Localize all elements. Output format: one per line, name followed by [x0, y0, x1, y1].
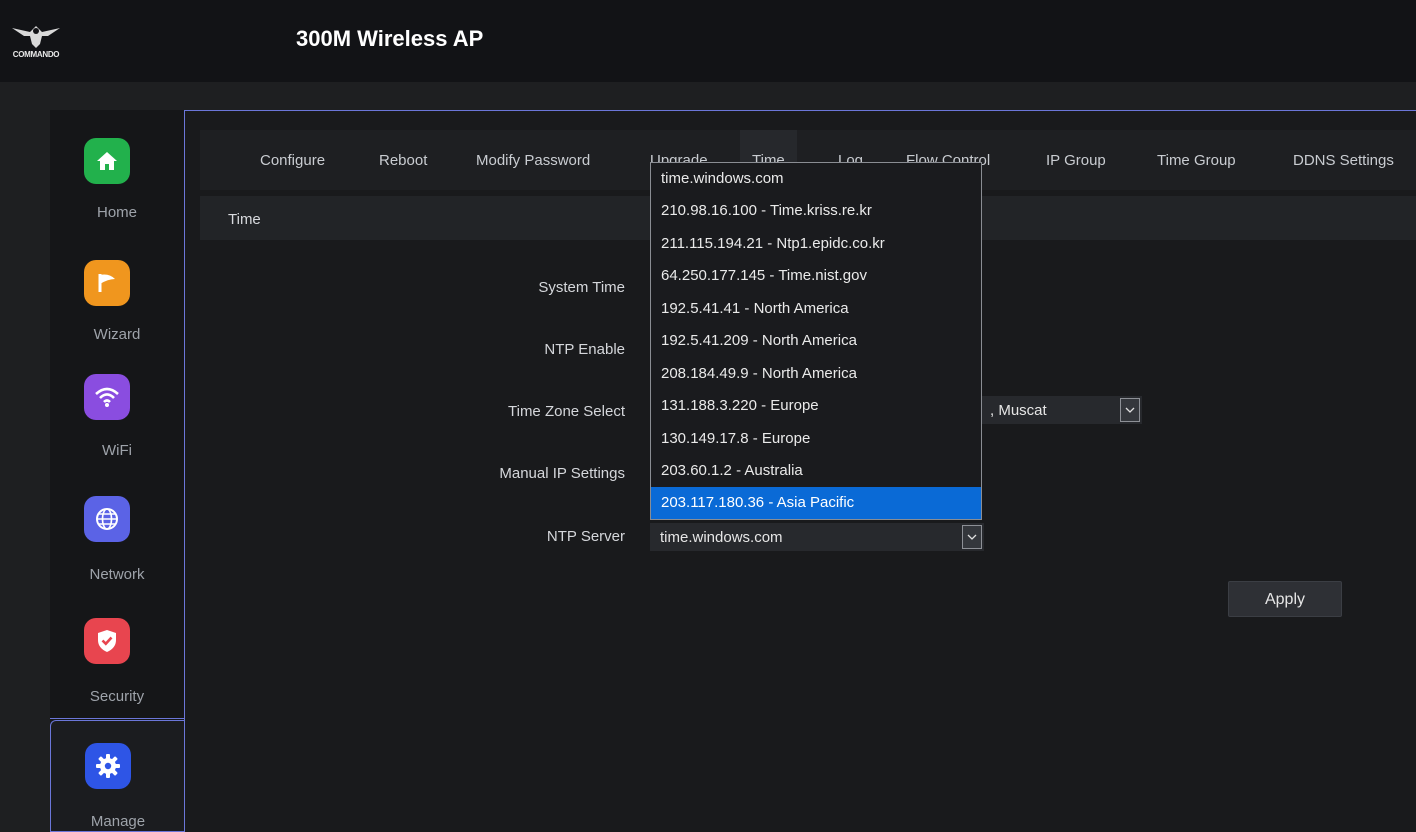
logo-text: COMMANDO: [12, 50, 60, 59]
divider: [50, 718, 185, 719]
dropdown-option[interactable]: 210.98.16.100 - Time.kriss.re.kr: [651, 195, 981, 227]
ntp-server-dropdown: time.windows.com 210.98.16.100 - Time.kr…: [650, 162, 982, 520]
ntp-enable-label: NTP Enable: [544, 341, 625, 358]
sidebar-item-manage[interactable]: Manage: [50, 720, 184, 832]
dropdown-option[interactable]: 131.188.3.220 - Europe: [651, 390, 981, 422]
page-title: 300M Wireless AP: [296, 26, 484, 51]
manual-ip-settings-label: Manual IP Settings: [499, 465, 625, 482]
dropdown-option[interactable]: 130.149.17.8 - Europe: [651, 423, 981, 455]
wifi-icon: [84, 374, 130, 420]
sidebar-item-wizard[interactable]: Wizard: [50, 246, 184, 368]
dropdown-option[interactable]: 211.115.194.21 - Ntp1.epidc.co.kr: [651, 228, 981, 260]
gear-icon: [85, 743, 131, 789]
time-zone-label: Time Zone Select: [508, 403, 625, 420]
sidebar-label: Security: [89, 688, 145, 705]
shield-icon: [84, 618, 130, 664]
dropdown-option[interactable]: 203.60.1.2 - Australia: [651, 455, 981, 487]
sidebar: Home Wizard WiFi Network Security Manage: [50, 110, 184, 832]
tab-configure[interactable]: Configure: [260, 152, 325, 169]
chevron-down-icon[interactable]: [1120, 398, 1140, 422]
dropdown-option[interactable]: 208.184.49.9 - North America: [651, 358, 981, 390]
dropdown-option[interactable]: time.windows.com: [651, 163, 981, 195]
flag-icon: [84, 260, 130, 306]
apply-button[interactable]: Apply: [1228, 581, 1342, 617]
tab-reboot[interactable]: Reboot: [379, 152, 427, 169]
time-zone-value: , Muscat: [990, 402, 1047, 419]
dropdown-option[interactable]: 64.250.177.145 - Time.nist.gov: [651, 260, 981, 292]
chevron-down-icon[interactable]: [962, 525, 982, 549]
dropdown-option-highlighted[interactable]: 203.117.180.36 - Asia Pacific: [651, 487, 981, 519]
tab-modify-password[interactable]: Modify Password: [476, 152, 590, 169]
dropdown-option[interactable]: 192.5.41.41 - North America: [651, 293, 981, 325]
sidebar-item-security[interactable]: Security: [50, 612, 184, 734]
dropdown-option[interactable]: 192.5.41.209 - North America: [651, 325, 981, 357]
sidebar-label: Manage: [90, 813, 146, 830]
sidebar-label: WiFi: [102, 442, 132, 459]
section-title: Time: [228, 211, 261, 228]
sidebar-label: Home: [96, 204, 137, 221]
home-icon: [84, 138, 130, 184]
sidebar-item-home[interactable]: Home: [50, 124, 184, 246]
sidebar-item-wifi[interactable]: WiFi: [50, 368, 184, 490]
top-bar: COMMANDO 300M Wireless AP: [0, 0, 1416, 82]
ntp-server-select[interactable]: time.windows.com: [650, 523, 984, 551]
sidebar-label: Wizard: [93, 326, 141, 343]
globe-icon: [84, 496, 130, 542]
system-time-label: System Time: [538, 279, 625, 296]
commando-logo: COMMANDO: [8, 22, 64, 62]
ntp-server-label: NTP Server: [546, 528, 625, 545]
sidebar-label: Network: [89, 566, 145, 583]
header-band: [0, 82, 1416, 110]
ntp-server-value: time.windows.com: [660, 529, 783, 546]
tab-ip-group[interactable]: IP Group: [1046, 152, 1106, 169]
eagle-icon: [12, 26, 60, 48]
sidebar-item-network[interactable]: Network: [50, 490, 184, 612]
tab-ddns-settings[interactable]: DDNS Settings: [1293, 152, 1394, 169]
tab-time-group[interactable]: Time Group: [1157, 152, 1236, 169]
